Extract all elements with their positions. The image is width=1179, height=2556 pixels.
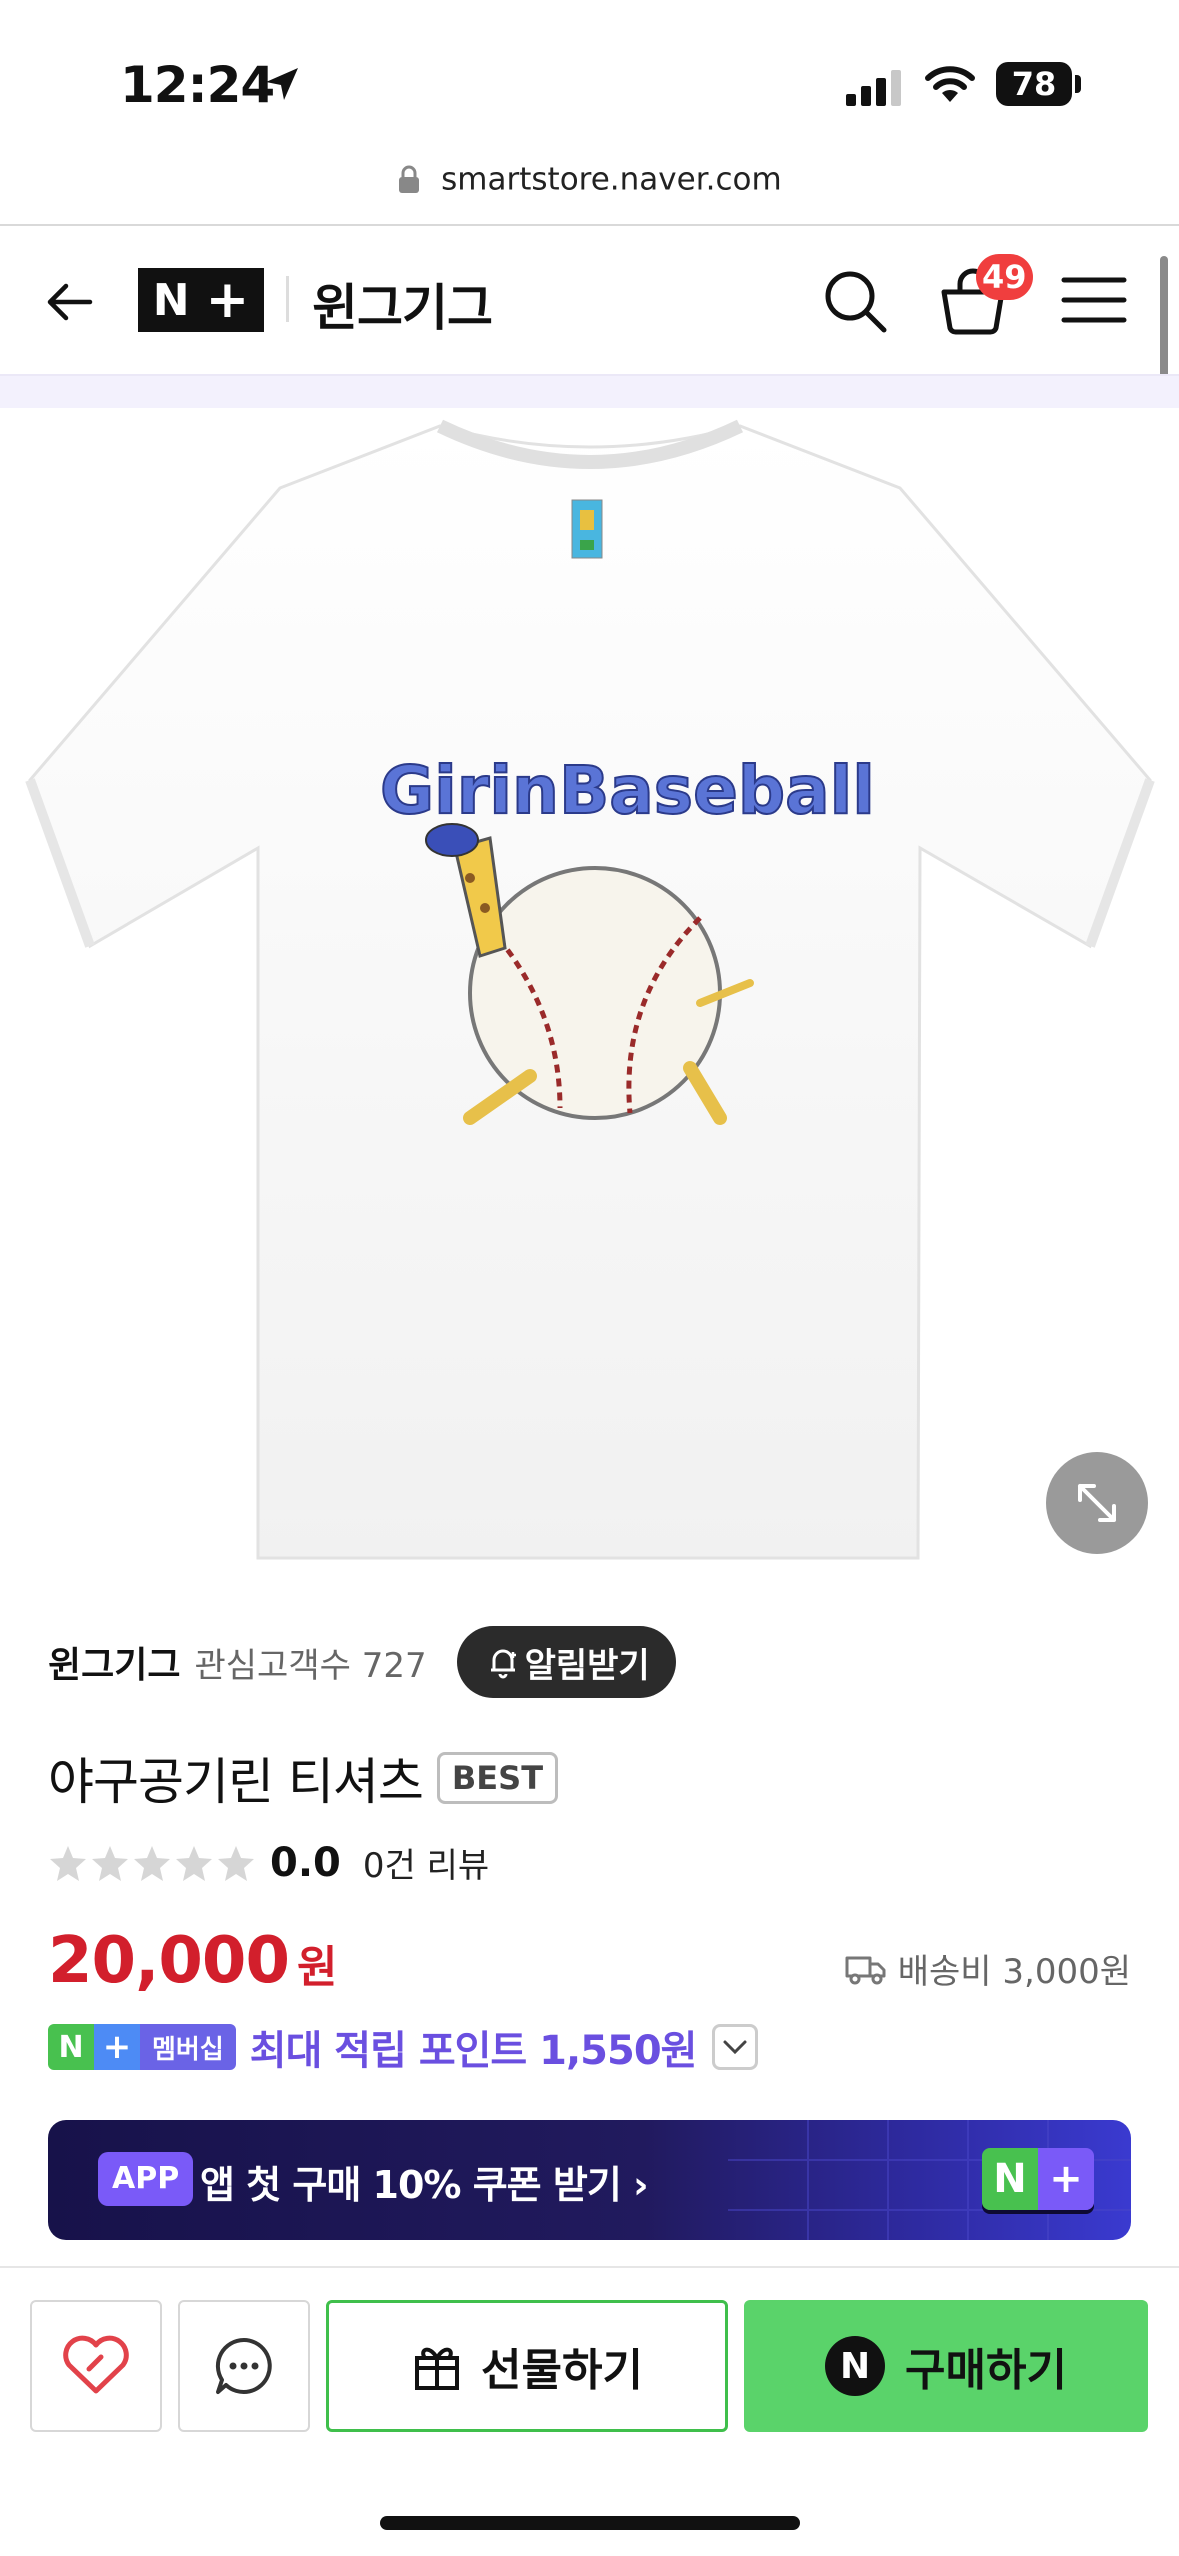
url-text: smartstore.naver.com [441, 161, 782, 198]
interest-count: 관심고객수 727 [194, 1645, 427, 1686]
np-badge-n: N [982, 2148, 1038, 2210]
review-count: 0건 리뷰 [362, 1846, 490, 1886]
points-expand-button[interactable] [712, 2024, 759, 2070]
price-row: 20,000 원 [48, 1924, 337, 1998]
chevron-down-icon [723, 2040, 747, 2055]
logo-n: N [152, 274, 190, 326]
star-icon [218, 1845, 254, 1881]
store-header: N + 윈그기그 49 [0, 226, 1179, 374]
location-arrow-icon [266, 68, 298, 100]
naver-plus-badge: N + [982, 2148, 1094, 2210]
product-title-row: 야구공기린 티셔츠 BEST [48, 1742, 559, 1814]
membership-badge: N + 멤버십 [48, 2024, 236, 2070]
wifi-icon [925, 66, 975, 102]
price-value: 20,000 [48, 1924, 290, 1998]
bottom-bar-divider [0, 2266, 1179, 2268]
battery-indicator: 78 [996, 62, 1072, 106]
alert-button-label: 알림받기 [524, 1645, 650, 1686]
buy-button[interactable]: N 구매하기 [744, 2300, 1148, 2432]
lock-icon [399, 165, 420, 193]
store-info-row: 윈그기그 관심고객수 727 알림받기 [48, 1626, 676, 1698]
chat-bubble-icon [215, 2337, 272, 2394]
home-indicator[interactable] [380, 2516, 800, 2530]
rating-score: 0.0 [270, 1839, 341, 1886]
logo-plus: + [205, 270, 250, 330]
url-bar[interactable]: smartstore.naver.com [0, 160, 1179, 226]
rating-row[interactable]: 0.0 0건 리뷰 [48, 1838, 489, 1887]
bottom-action-bar: 선물하기 N 구매하기 [0, 2290, 1179, 2432]
price-currency: 원 [296, 1942, 338, 1993]
logo-separator [286, 276, 289, 322]
header-tint-bar [0, 374, 1179, 408]
membership-points-row[interactable]: N + 멤버십 최대 적립 포인트 1,550원 [48, 2018, 759, 2076]
talk-chat-button[interactable] [178, 2300, 310, 2432]
tshirt-illustration: GirinBaseball [25, 419, 1155, 1560]
star-icon [176, 1845, 212, 1881]
shipping-info: 배송비 3,000원 [844, 1944, 1131, 1993]
search-icon[interactable] [820, 266, 890, 336]
best-badge: BEST [436, 1752, 559, 1804]
cellular-signal-icon [846, 70, 901, 106]
app-coupon-banner[interactable]: APP 앱 첫 구매 10% 쿠폰 받기 › N + [48, 2120, 1131, 2240]
gift-button-label: 선물하기 [481, 2345, 643, 2396]
status-bar: 12:24 78 [0, 0, 1179, 160]
bell-icon [490, 1649, 516, 1679]
membership-badge-n: N [48, 2024, 94, 2070]
cart-count-badge: 49 [976, 254, 1033, 300]
hamburger-menu-icon[interactable] [1060, 272, 1128, 328]
app-pill: APP [98, 2152, 194, 2206]
store-info-name[interactable]: 윈그기그 [48, 1636, 180, 1688]
membership-badge-plus: + [94, 2024, 140, 2070]
back-arrow-icon[interactable] [40, 272, 100, 332]
buy-button-label: 구매하기 [905, 2345, 1067, 2396]
gift-icon [415, 2347, 460, 2390]
membership-badge-label: 멤버십 [140, 2024, 236, 2070]
subscribe-alert-button[interactable]: 알림받기 [456, 1626, 676, 1698]
gift-button[interactable]: 선물하기 [326, 2300, 728, 2432]
delivery-truck-icon [845, 1956, 886, 1984]
rating-stars [48, 1843, 256, 1883]
shipping-text: 배송비 3,000원 [897, 1952, 1131, 1992]
np-badge-plus: + [1038, 2148, 1094, 2210]
star-icon [92, 1845, 128, 1881]
store-name[interactable]: 윈그기그 [312, 268, 493, 340]
naver-pay-icon: N [825, 2336, 886, 2396]
star-icon [50, 1845, 86, 1881]
expand-image-button[interactable] [1046, 1452, 1148, 1554]
max-points-text: 최대 적립 포인트 1,550원 [249, 2028, 698, 2074]
expand-diagonal-icon [1078, 1484, 1116, 1522]
product-title: 야구공기린 티셔츠 [48, 1753, 424, 1811]
app-coupon-text: 앱 첫 구매 10% 쿠폰 받기 › [200, 2163, 649, 2207]
battery-tip [1075, 75, 1081, 93]
naver-plus-logo[interactable]: N + [138, 268, 264, 332]
shirt-print-text: GirinBaseball [380, 752, 875, 829]
wishlist-button[interactable] [30, 2300, 162, 2432]
star-icon [134, 1845, 170, 1881]
heart-icon [63, 2335, 129, 2394]
product-image[interactable]: GirinBaseball [0, 408, 1179, 1568]
status-time: 12:24 [120, 56, 275, 114]
